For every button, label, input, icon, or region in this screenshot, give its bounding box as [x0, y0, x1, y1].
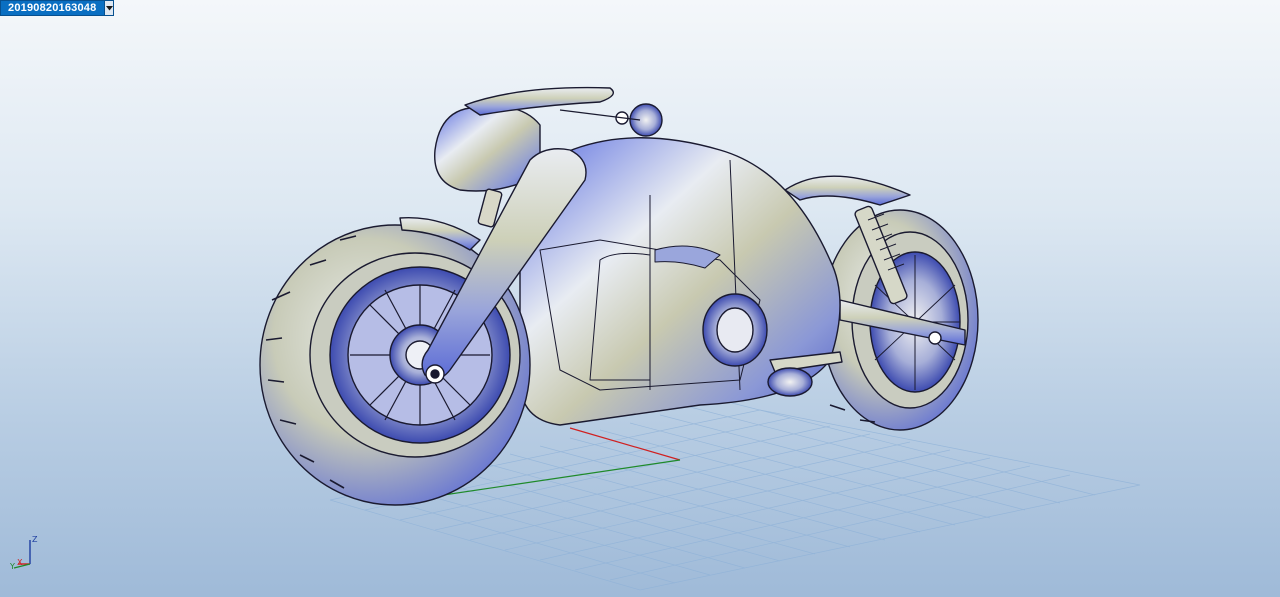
triad-z-label: Z — [32, 535, 38, 544]
triad-x-label: X — [17, 558, 23, 567]
3d-viewport[interactable] — [0, 0, 1280, 597]
triad-y-label: Y — [10, 562, 15, 571]
view-orientation-triad: Z X Y — [8, 532, 48, 572]
x-axis-line — [569, 427, 681, 461]
